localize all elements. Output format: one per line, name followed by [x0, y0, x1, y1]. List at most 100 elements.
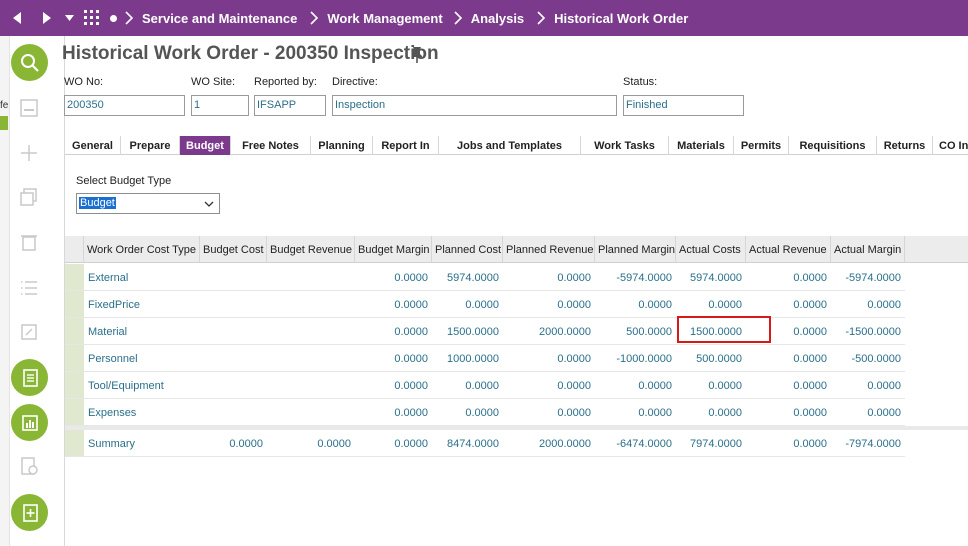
tab-prepare[interactable]: Prepare — [121, 136, 180, 155]
cell-actual-margin[interactable]: 0.0000 — [831, 399, 905, 426]
reported-by-field[interactable]: IFSAPP — [254, 95, 326, 116]
cell-budget-margin[interactable]: 0.0000 — [355, 345, 432, 372]
cell-planned-margin[interactable]: 0.0000 — [595, 291, 676, 318]
column-header-actual-costs[interactable]: Actual Costs — [676, 236, 746, 263]
cell-actual-costs[interactable]: 0.0000 — [676, 372, 746, 399]
cell-cost-type[interactable]: External — [84, 264, 200, 291]
tab-free-notes[interactable]: Free Notes — [231, 136, 311, 155]
tab-report-in[interactable]: Report In — [373, 136, 439, 155]
cell-planned-margin[interactable]: -5974.0000 — [595, 264, 676, 291]
time-report-icon[interactable] — [19, 456, 39, 476]
home-dot-button[interactable] — [106, 0, 120, 36]
cell-budget-margin[interactable]: 0.0000 — [355, 399, 432, 426]
breadcrumb-service-and-maintenance[interactable]: Service and Maintenance — [138, 11, 301, 26]
cell-actual-margin[interactable]: -1500.0000 — [831, 318, 905, 345]
duplicate-icon[interactable] — [19, 187, 39, 207]
cell-actual-margin[interactable]: -500.0000 — [831, 345, 905, 372]
cell-budget-margin[interactable]: 0.0000 — [355, 291, 432, 318]
tab-permits[interactable]: Permits — [734, 136, 789, 155]
summary-cell-actual-margin[interactable]: -7974.0000 — [831, 430, 905, 457]
cell-planned-margin[interactable]: 0.0000 — [595, 399, 676, 426]
status-field[interactable]: Finished — [623, 95, 744, 116]
tab-work-tasks[interactable]: Work Tasks — [581, 136, 669, 155]
cell-cost-type[interactable]: FixedPrice — [84, 291, 200, 318]
search-button[interactable] — [11, 44, 48, 81]
tab-materials[interactable]: Materials — [669, 136, 734, 155]
column-header-planned-margin[interactable]: Planned Margin — [595, 236, 676, 263]
table-row[interactable]: Tool/Equipment 0.0000 0.0000 0.0000 0.0000 0.… — [65, 372, 905, 399]
cell-budget-cost[interactable] — [200, 372, 267, 399]
tab-jobs-and-templates[interactable]: Jobs and Templates — [439, 136, 581, 155]
cell-cost-type[interactable]: Tool/Equipment — [84, 372, 200, 399]
cell-actual-revenue[interactable]: 0.0000 — [746, 372, 831, 399]
cell-planned-cost[interactable]: 0.0000 — [432, 372, 503, 399]
summary-cell-budget-cost[interactable]: 0.0000 — [200, 430, 267, 457]
cell-planned-revenue[interactable]: 0.0000 — [503, 291, 595, 318]
summary-cell-planned-margin[interactable]: -6474.0000 — [595, 430, 676, 457]
tab-requisitions[interactable]: Requisitions — [789, 136, 877, 155]
apps-grid-button[interactable] — [78, 0, 106, 36]
cell-actual-revenue[interactable]: 0.0000 — [746, 291, 831, 318]
cell-budget-revenue[interactable] — [267, 318, 355, 345]
cell-planned-cost[interactable]: 0.0000 — [432, 399, 503, 426]
column-header-actual-revenue[interactable]: Actual Revenue — [746, 236, 831, 263]
cell-budget-margin[interactable]: 0.0000 — [355, 372, 432, 399]
cell-budget-revenue[interactable] — [267, 291, 355, 318]
cell-budget-cost[interactable] — [200, 291, 267, 318]
cell-actual-costs[interactable]: 5974.0000 — [676, 264, 746, 291]
cell-budget-cost[interactable] — [200, 399, 267, 426]
budget-type-select[interactable]: Budget — [76, 193, 220, 214]
cell-planned-margin[interactable]: -1000.0000 — [595, 345, 676, 372]
add-document-button[interactable] — [11, 494, 48, 531]
cell-actual-margin[interactable]: -5974.0000 — [831, 264, 905, 291]
summary-cell-cost-type[interactable]: Summary — [84, 430, 200, 457]
column-header-planned-revenue[interactable]: Planned Revenue — [503, 236, 595, 263]
cell-budget-cost[interactable] — [200, 264, 267, 291]
breadcrumb-work-management[interactable]: Work Management — [323, 11, 446, 26]
cell-planned-margin[interactable]: 500.0000 — [595, 318, 676, 345]
cell-actual-revenue[interactable]: 0.0000 — [746, 399, 831, 426]
cell-planned-revenue[interactable]: 0.0000 — [503, 372, 595, 399]
delete-icon[interactable] — [19, 232, 39, 252]
open-detail-icon[interactable] — [19, 322, 39, 342]
cell-actual-costs[interactable]: 0.0000 — [676, 399, 746, 426]
cell-planned-cost[interactable]: 1000.0000 — [432, 345, 503, 372]
wo-no-field[interactable]: 200350 — [64, 95, 185, 116]
history-dropdown-button[interactable] — [60, 0, 78, 36]
notes-button[interactable] — [11, 359, 48, 396]
column-header-budget-margin[interactable]: Budget Margin — [355, 236, 432, 263]
cell-cost-type[interactable]: Material — [84, 318, 200, 345]
cell-budget-revenue[interactable] — [267, 372, 355, 399]
save-icon[interactable] — [19, 98, 39, 118]
table-row[interactable]: Personnel 0.0000 1000.0000 0.0000 -1000.0000… — [65, 345, 905, 372]
column-header-actual-margin[interactable]: Actual Margin — [831, 236, 905, 263]
tab-budget[interactable]: Budget — [180, 136, 231, 155]
cell-planned-revenue[interactable]: 0.0000 — [503, 345, 595, 372]
column-header-cost-type[interactable]: Work Order Cost Type — [84, 236, 200, 263]
cell-actual-revenue[interactable]: 0.0000 — [746, 345, 831, 372]
summary-cell-actual-costs[interactable]: 7974.0000 — [676, 430, 746, 457]
collapsed-navigator-strip[interactable] — [0, 36, 10, 546]
tab-planning[interactable]: Planning — [311, 136, 373, 155]
summary-cell-planned-cost[interactable]: 8474.0000 — [432, 430, 503, 457]
tab-co-in[interactable]: CO In — [933, 136, 968, 155]
table-row[interactable]: Material 0.0000 1500.0000 2000.0000 500.0000… — [65, 318, 905, 345]
wo-site-field[interactable]: 1 — [191, 95, 249, 116]
table-row[interactable]: Expenses 0.0000 0.0000 0.0000 0.0000 0.0000 0.… — [65, 399, 905, 426]
cell-planned-revenue[interactable]: 0.0000 — [503, 399, 595, 426]
list-icon[interactable] — [19, 278, 39, 298]
forward-button[interactable] — [34, 0, 60, 36]
table-row[interactable]: FixedPrice 0.0000 0.0000 0.0000 0.0000 0.0000… — [65, 291, 905, 318]
cell-planned-cost[interactable]: 5974.0000 — [432, 264, 503, 291]
column-header-planned-cost[interactable]: Planned Cost — [432, 236, 503, 263]
cell-cost-type[interactable]: Expenses — [84, 399, 200, 426]
table-row[interactable]: External 0.0000 5974.0000 0.0000 -5974.0000 5… — [65, 264, 905, 291]
pin-icon[interactable] — [410, 46, 424, 64]
cell-planned-revenue[interactable]: 0.0000 — [503, 264, 595, 291]
cell-budget-cost[interactable] — [200, 345, 267, 372]
directive-field[interactable]: Inspection — [332, 95, 617, 116]
cell-budget-revenue[interactable] — [267, 345, 355, 372]
summary-cell-budget-margin[interactable]: 0.0000 — [355, 430, 432, 457]
back-button[interactable] — [0, 0, 34, 36]
cell-planned-margin[interactable]: 0.0000 — [595, 372, 676, 399]
